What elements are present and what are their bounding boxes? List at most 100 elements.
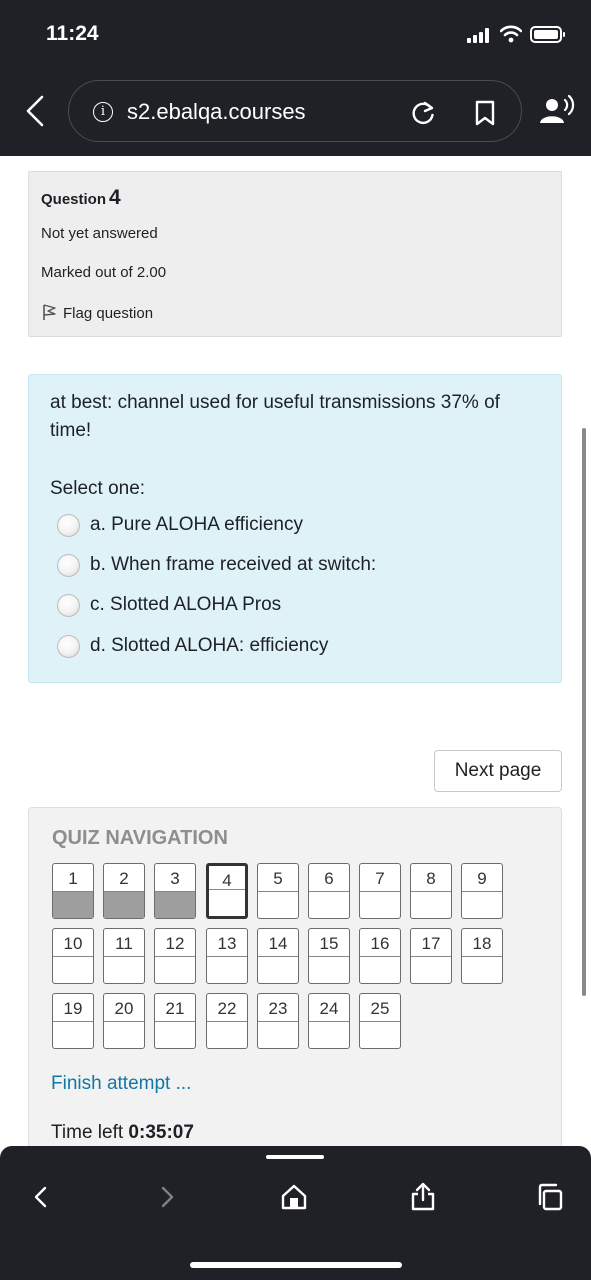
quiz-nav-state-indicator — [209, 889, 245, 916]
quiz-nav-button-24[interactable]: 24 — [308, 993, 350, 1049]
quiz-nav-state-indicator — [258, 1021, 298, 1048]
finish-attempt-link[interactable]: Finish attempt ... — [51, 1073, 191, 1095]
quiz-nav-button-21[interactable]: 21 — [154, 993, 196, 1049]
quiz-nav-state-indicator — [309, 891, 349, 918]
quiz-nav-button-25[interactable]: 25 — [359, 993, 401, 1049]
quiz-nav-state-indicator — [360, 891, 400, 918]
share-icon[interactable] — [408, 1182, 438, 1212]
quiz-nav-state-indicator — [309, 956, 349, 983]
quiz-nav-state-indicator — [104, 956, 144, 983]
reload-icon[interactable] — [409, 99, 437, 127]
radio-button[interactable] — [57, 514, 80, 537]
quiz-nav-button-22[interactable]: 22 — [206, 993, 248, 1049]
bookmark-icon[interactable] — [473, 100, 497, 126]
quiz-nav-button-2[interactable]: 2 — [103, 863, 145, 919]
quiz-nav-button-3[interactable]: 3 — [154, 863, 196, 919]
radio-button[interactable] — [57, 635, 80, 658]
quiz-nav-button-9[interactable]: 9 — [461, 863, 503, 919]
info-icon[interactable]: i — [93, 102, 113, 122]
answer-label[interactable]: a. Pure ALOHA efficiency — [90, 514, 303, 536]
flag-question-button[interactable]: Flag question — [41, 303, 153, 322]
quiz-nav-number: 6 — [324, 869, 334, 888]
quiz-nav-number: 13 — [217, 934, 237, 953]
quiz-nav-state-indicator — [309, 1021, 349, 1048]
quiz-nav-number: 8 — [426, 869, 436, 888]
quiz-nav-state-indicator — [53, 956, 93, 983]
next-page-button[interactable]: Next page — [434, 750, 562, 792]
radio-button[interactable] — [57, 554, 80, 577]
tabs-icon[interactable] — [535, 1182, 565, 1212]
quiz-nav-state-indicator — [258, 956, 298, 983]
question-info: Question 4 Not yet answered Marked out of… — [28, 171, 562, 337]
quiz-nav-number: 10 — [63, 934, 83, 953]
quiz-navigation-title: QUIZ NAVIGATION — [52, 827, 228, 849]
answer-label[interactable]: b. When frame received at switch: — [90, 554, 376, 576]
quiz-nav-number: 1 — [68, 869, 78, 888]
toolbar-grabber[interactable] — [266, 1155, 324, 1159]
time-left-value: 0:35:07 — [128, 1122, 194, 1143]
back-chevron-icon[interactable] — [22, 94, 48, 128]
answer-option-d[interactable]: d. Slotted ALOHA: efficiency — [57, 631, 517, 661]
quiz-nav-number: 22 — [217, 999, 237, 1018]
person-speaking-icon[interactable] — [538, 95, 576, 125]
quiz-nav-state-indicator — [462, 956, 502, 983]
status-time: 11:24 — [46, 22, 99, 45]
browser-top-bar: 11:24 i s2.ebalqa.courses — [0, 0, 591, 156]
radio-button[interactable] — [57, 594, 80, 617]
quiz-nav-button-8[interactable]: 8 — [410, 863, 452, 919]
home-icon[interactable] — [279, 1182, 309, 1212]
quiz-nav-button-11[interactable]: 11 — [103, 928, 145, 984]
answer-label[interactable]: d. Slotted ALOHA: efficiency — [90, 635, 328, 657]
answer-option-a[interactable]: a. Pure ALOHA efficiency — [57, 510, 517, 540]
quiz-nav-number: 14 — [268, 934, 288, 953]
quiz-nav-button-15[interactable]: 15 — [308, 928, 350, 984]
time-left: Time left 0:35:07 — [51, 1122, 194, 1144]
question-marks: Marked out of 2.00 — [41, 264, 167, 281]
quiz-nav-button-1[interactable]: 1 — [52, 863, 94, 919]
home-indicator — [190, 1262, 402, 1268]
quiz-nav-button-13[interactable]: 13 — [206, 928, 248, 984]
page-scrollbar[interactable] — [582, 428, 586, 996]
quiz-nav-button-23[interactable]: 23 — [257, 993, 299, 1049]
question-label: Question — [41, 191, 107, 208]
cellular-signal-icon — [467, 27, 493, 43]
quiz-nav-state-indicator — [207, 956, 247, 983]
quiz-nav-number: 16 — [370, 934, 390, 953]
quiz-nav-number: 18 — [472, 934, 492, 953]
quiz-nav-button-10[interactable]: 10 — [52, 928, 94, 984]
quiz-nav-button-14[interactable]: 14 — [257, 928, 299, 984]
quiz-nav-button-19[interactable]: 19 — [52, 993, 94, 1049]
browser-bottom-toolbar — [0, 1146, 591, 1280]
quiz-navigation: QUIZ NAVIGATION 1 2 3 4 5 6 7 8 9 10 11 12 13 14 15 16 1… — [28, 807, 562, 1152]
quiz-nav-button-12[interactable]: 12 — [154, 928, 196, 984]
quiz-nav-number: 2 — [119, 869, 129, 888]
quiz-nav-button-18[interactable]: 18 — [461, 928, 503, 984]
quiz-nav-number: 21 — [165, 999, 185, 1018]
answer-label[interactable]: c. Slotted ALOHA Pros — [90, 594, 281, 616]
answer-option-b[interactable]: b. When frame received at switch: — [57, 550, 517, 580]
quiz-nav-button-20[interactable]: 20 — [103, 993, 145, 1049]
question-number: 4 — [109, 186, 121, 209]
quiz-nav-number: 11 — [115, 934, 133, 953]
flag-question-label: Flag question — [63, 305, 154, 322]
quiz-nav-button-16[interactable]: 16 — [359, 928, 401, 984]
quiz-nav-button-17[interactable]: 17 — [410, 928, 452, 984]
flag-icon — [43, 304, 56, 320]
url-bar[interactable]: i s2.ebalqa.courses — [68, 80, 522, 142]
quiz-nav-button-5[interactable]: 5 — [257, 863, 299, 919]
quiz-nav-number: 20 — [114, 999, 134, 1018]
quiz-nav-state-indicator — [53, 891, 93, 918]
quiz-nav-button-6[interactable]: 6 — [308, 863, 350, 919]
url-text[interactable]: s2.ebalqa.courses — [127, 99, 306, 125]
forward-icon[interactable] — [152, 1182, 182, 1212]
back-icon[interactable] — [26, 1182, 56, 1212]
quiz-nav-number: 4 — [222, 871, 232, 890]
quiz-nav-state-indicator — [411, 891, 451, 918]
quiz-nav-state-indicator — [411, 956, 451, 983]
quiz-nav-button-4[interactable]: 4 — [206, 863, 248, 919]
quiz-nav-button-7[interactable]: 7 — [359, 863, 401, 919]
answer-option-c[interactable]: c. Slotted ALOHA Pros — [57, 590, 517, 620]
question-title: Question 4 — [41, 186, 121, 210]
quiz-nav-state-indicator — [104, 891, 144, 918]
quiz-nav-number: 17 — [421, 934, 441, 953]
